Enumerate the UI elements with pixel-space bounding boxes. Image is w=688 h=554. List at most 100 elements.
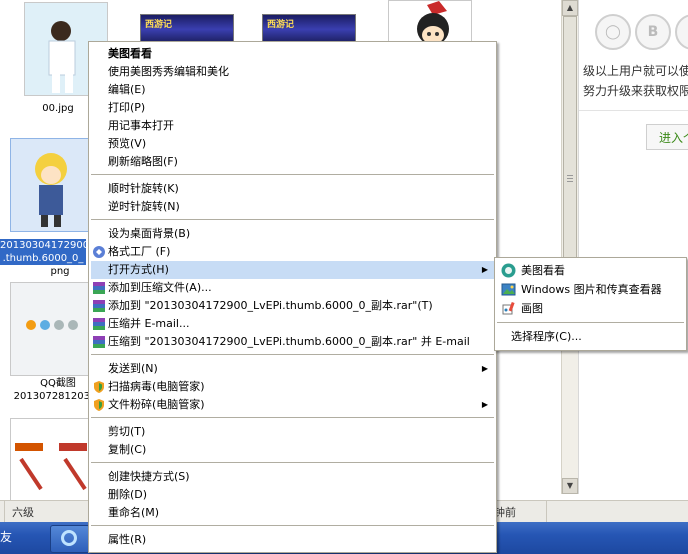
- winrar-icon: [93, 300, 105, 312]
- menu-item-label: 文件粉碎(电脑管家): [108, 398, 205, 411]
- menu-item-open-notepad[interactable]: 用记事本打开: [91, 117, 494, 135]
- image-viewer-icon: [501, 283, 516, 296]
- menu-item-label: 刷新缩略图(F): [108, 155, 178, 168]
- file-thumbnail-partial[interactable]: [10, 418, 94, 512]
- menu-item-add-to-rar[interactable]: 添加到 "20130304172900_LvEPi.thumb.6000_0_副…: [91, 297, 494, 315]
- menu-item-meitu-edit[interactable]: 使用美图秀秀编辑和美化: [91, 63, 494, 81]
- menu-item-label: 发送到(N): [108, 362, 158, 375]
- menu-item-print[interactable]: 打印(P): [91, 99, 494, 117]
- menu-item-label: 打开方式(H): [108, 263, 169, 276]
- winrar-icon: [93, 336, 105, 348]
- menu-item-label: 剪切(T): [108, 425, 146, 438]
- submenu-item-label: Windows 图片和传真查看器: [521, 283, 662, 296]
- menu-item-create-shortcut[interactable]: 创建快捷方式(S): [91, 468, 494, 486]
- menu-separator: [91, 417, 494, 418]
- menu-item-label: 添加到压缩文件(A)...: [108, 281, 212, 294]
- menu-item-label: 使用美图秀秀编辑和美化: [108, 65, 229, 78]
- banner-text: 西游记: [267, 20, 295, 30]
- permission-text-line1: 级以上用户就可以使用: [583, 64, 688, 78]
- menu-item-delete[interactable]: 删除(D): [91, 486, 494, 504]
- winrar-icon: [93, 318, 105, 330]
- submenu-item-label: 选择程序(C)...: [511, 330, 582, 343]
- menu-item-label: 设为桌面背景(B): [108, 227, 191, 240]
- menu-separator: [91, 354, 494, 355]
- submenu-item-windows-viewer[interactable]: Windows 图片和传真查看器: [497, 280, 684, 299]
- menu-item-label: 用记事本打开: [108, 119, 174, 132]
- menu-item-refresh-thumbnail[interactable]: 刷新缩略图(F): [91, 153, 494, 171]
- right-info-panel: ◯ B 级以上用户就可以使用 努力升级来获取权限: [578, 0, 688, 494]
- qq-taskbar-button[interactable]: [50, 525, 90, 553]
- menu-item-label: 顺时针旋转(K): [108, 182, 179, 195]
- menu-item-label: 逆时针旋转(N): [108, 200, 180, 213]
- menu-item-edit[interactable]: 编辑(E): [91, 81, 494, 99]
- scroll-down-arrow-icon[interactable]: ▼: [562, 478, 578, 494]
- weapon-items-thumbnail: [15, 443, 87, 491]
- anime-character-thumbnail: [35, 153, 67, 227]
- menu-separator: [91, 525, 494, 526]
- taskbar-text-fragment: 友: [0, 530, 13, 544]
- submenu-item-choose-program[interactable]: 选择程序(C)...: [497, 327, 684, 346]
- menu-item-preview[interactable]: 预览(V): [91, 135, 494, 153]
- submenu-arrow-icon: ▶: [481, 364, 488, 373]
- menu-item-add-archive[interactable]: 添加到压缩文件(A)...: [91, 279, 494, 297]
- menu-item-label: 扫描病毒(电脑管家): [108, 380, 205, 393]
- menu-item-compress-to-rar-email[interactable]: 压缩到 "20130304172900_LvEPi.thumb.6000_0_副…: [91, 333, 494, 351]
- scroll-up-arrow-icon[interactable]: ▲: [562, 0, 578, 16]
- menu-item-label: 压缩并 E-mail...: [108, 317, 190, 330]
- submenu-item-meitu-viewer[interactable]: 美图看看: [497, 261, 684, 280]
- user-avatar-icon: ◯: [595, 14, 631, 50]
- file-label-selected-line1[interactable]: 20130304172900_: [0, 239, 94, 252]
- winrar-icon: [93, 282, 105, 294]
- menu-item-open-with[interactable]: 打开方式(H) ▶: [91, 261, 494, 279]
- menu-item-label: 编辑(E): [108, 83, 146, 96]
- menu-item-compress-email[interactable]: 压缩并 E-mail...: [91, 315, 494, 333]
- menu-separator: [91, 462, 494, 463]
- menu-item-rename[interactable]: 重命名(M): [91, 504, 494, 522]
- banner-text: 西游记: [145, 20, 173, 30]
- submenu-item-paint[interactable]: 画图: [497, 299, 684, 318]
- menu-item-label: 属性(R): [108, 533, 147, 546]
- shield-icon: [94, 381, 104, 393]
- vertical-scrollbar[interactable]: ▲ ▼: [561, 0, 579, 494]
- badge-b-icon: B: [635, 14, 671, 50]
- menu-item-label: 重命名(M): [108, 506, 160, 519]
- menu-item-label: 美图看看: [108, 47, 152, 60]
- menu-item-label: 压缩到 "20130304172900_LvEPi.thumb.6000_0_副…: [108, 335, 470, 348]
- menu-item-set-wallpaper[interactable]: 设为桌面背景(B): [91, 225, 494, 243]
- menu-item-cut[interactable]: 剪切(T): [91, 423, 494, 441]
- qq-screenshot-thumbnail: [11, 283, 93, 375]
- menu-item-label: 预览(V): [108, 137, 147, 150]
- menu-item-copy[interactable]: 复制(C): [91, 441, 494, 459]
- file-label-selected-line2[interactable]: .thumb.6000_0_: [0, 252, 86, 265]
- file-thumbnail-qq[interactable]: [10, 282, 94, 376]
- status-time-text: 钟前: [494, 506, 516, 519]
- menu-item-scan-virus[interactable]: 扫描病毒(电脑管家): [91, 378, 494, 396]
- menu-item-label: 删除(D): [108, 488, 148, 501]
- menu-item-label: 打印(P): [108, 101, 146, 114]
- menu-item-rotate-cw[interactable]: 顺时针旋转(K): [91, 180, 494, 198]
- context-menu: 美图看看 使用美图秀秀编辑和美化 编辑(E) 打印(P) 用记事本打开 预览(V…: [88, 41, 497, 553]
- menu-item-label: 创建快捷方式(S): [108, 470, 190, 483]
- qq-icon: [61, 530, 77, 546]
- menu-item-send-to[interactable]: 发送到(N) ▶: [91, 360, 494, 378]
- menu-item-meitu-view[interactable]: 美图看看: [91, 45, 494, 63]
- menu-separator: [91, 174, 494, 175]
- menu-item-label: 添加到 "20130304172900_LvEPi.thumb.6000_0_副…: [108, 299, 433, 312]
- menu-item-format-factory[interactable]: 格式工厂 (F): [91, 243, 494, 261]
- menu-item-file-shred[interactable]: 文件粉碎(电脑管家) ▶: [91, 396, 494, 414]
- menu-item-label: 复制(C): [108, 443, 147, 456]
- permission-text-line2: 努力升级来获取权限: [583, 84, 688, 98]
- submenu-item-label: 画图: [521, 302, 543, 315]
- open-with-submenu: 美图看看 Windows 图片和传真查看器 画图 选择程序(C)...: [494, 257, 687, 351]
- status-level-text: 六级: [12, 506, 34, 519]
- menu-item-label: 格式工厂 (F): [108, 245, 171, 258]
- menu-item-rotate-ccw[interactable]: 逆时针旋转(N): [91, 198, 494, 216]
- submenu-item-label: 美图看看: [521, 264, 565, 277]
- meitu-viewer-icon: [501, 263, 516, 278]
- paint-icon: [502, 301, 515, 315]
- file-thumbnail-selected[interactable]: [10, 138, 94, 232]
- menu-item-properties[interactable]: 属性(R): [91, 531, 494, 549]
- badge-icon: [675, 14, 688, 50]
- shield-icon: [94, 399, 104, 411]
- enter-button[interactable]: 进入个: [646, 124, 688, 150]
